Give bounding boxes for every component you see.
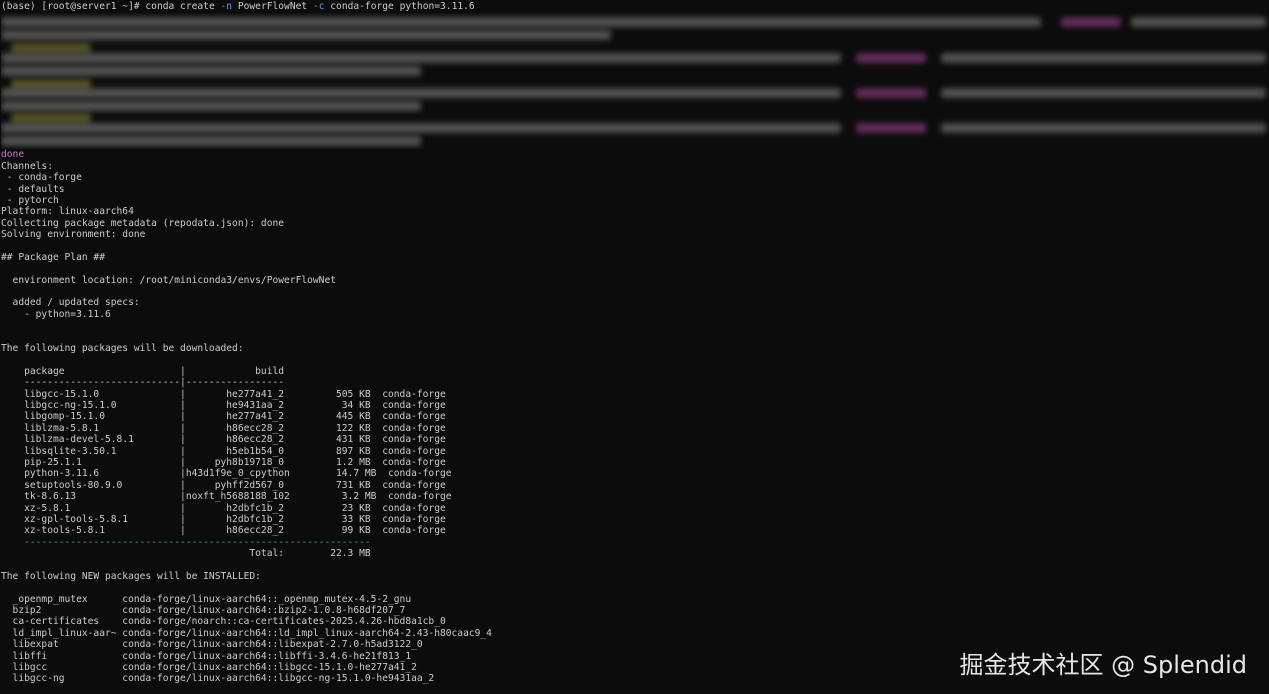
download-table-separator: ---------------------------|------------… <box>1 377 285 389</box>
blurred-progress-output <box>1 13 1269 149</box>
table-row: liblzma-devel-5.8.1 | h86ecc28_2 431 KB … <box>1 434 446 446</box>
download-header: The following packages will be downloade… <box>1 343 244 355</box>
download-table-header: package | build <box>1 365 285 377</box>
flag-c: -c <box>312 1 325 12</box>
table-row: xz-gpl-tools-5.8.1 | h2dbfc1b_2 33 KB co… <box>1 513 446 525</box>
list-item: bzip2 conda-forge/linux-aarch64::bzip2-1… <box>1 605 406 617</box>
table-row: tk-8.6.13 |noxft_h5688188_102 3.2 MB con… <box>1 491 452 503</box>
progress-done: done <box>1 149 25 161</box>
table-row: xz-tools-5.8.1 | h86ecc28_2 99 KB conda-… <box>1 525 446 537</box>
collecting-line: Collecting package metadata (repodata.js… <box>1 217 285 229</box>
channel-item: - pytorch <box>1 194 59 206</box>
env-name: PowerFlowNet <box>232 1 313 12</box>
table-row: libgomp-15.1.0 | he277a41_2 445 KB conda… <box>1 411 446 423</box>
channels-header: Channels: <box>1 160 53 172</box>
list-item: libexpat conda-forge/linux-aarch64::libe… <box>1 639 423 651</box>
prompt-base: (base) [root@server1 ~]# <box>1 1 146 12</box>
list-item: _openmp_mutex conda-forge/linux-aarch64:… <box>1 593 412 605</box>
table-row: pip-25.1.1 | pyh8b19718_0 1.2 MB conda-f… <box>1 456 446 468</box>
environment-location: environment location: /root/miniconda3/e… <box>1 274 337 286</box>
solving-line: Solving environment: done <box>1 229 146 241</box>
table-row: libgcc-15.1.0 | he277a41_2 505 KB conda-… <box>1 388 446 400</box>
command-args: conda-forge python=3.11.6 <box>324 1 475 12</box>
table-row: liblzma-5.8.1 | h86ecc28_2 122 KB conda-… <box>1 422 446 434</box>
table-row: libgcc-ng-15.1.0 | he9431aa_2 34 KB cond… <box>1 399 446 411</box>
install-header: The following NEW packages will be INSTA… <box>1 570 261 582</box>
list-item: ca-certificates conda-forge/noarch::ca-c… <box>1 616 446 628</box>
table-row: python-3.11.6 |h43d1f9e_0_cpython 14.7 M… <box>1 468 452 480</box>
command-text: conda create <box>145 1 221 12</box>
specs-header: added / updated specs: <box>1 297 140 309</box>
watermark: 掘金技术社区 @ Splendid <box>959 650 1247 679</box>
terminal-window[interactable]: (base) [root@server1 ~]# conda create -n… <box>0 0 1269 694</box>
download-total: Total: 22.3 MB <box>1 548 371 560</box>
package-plan-title: ## Package Plan ## <box>1 251 105 263</box>
download-table-footer-separator: ----------------------------------------… <box>1 536 371 548</box>
channel-item: - defaults <box>1 183 65 195</box>
command-prompt-line: (base) [root@server1 ~]# conda create -n… <box>1 1 1269 12</box>
spec-item: - python=3.11.6 <box>1 308 111 320</box>
table-row: libsqlite-3.50.1 | h5eb1b54_0 897 KB con… <box>1 445 446 457</box>
table-row: xz-5.8.1 | h2dbfc1b_2 23 KB conda-forge <box>1 502 446 514</box>
platform-line: Platform: linux-aarch64 <box>1 206 134 218</box>
flag-n: -n <box>220 1 233 12</box>
channel-item: - conda-forge <box>1 172 82 184</box>
list-item: ld_impl_linux-aar~ conda-forge/linux-aar… <box>1 627 492 639</box>
table-row: setuptools-80.9.0 | pyhff2d567_0 731 KB … <box>1 479 446 491</box>
